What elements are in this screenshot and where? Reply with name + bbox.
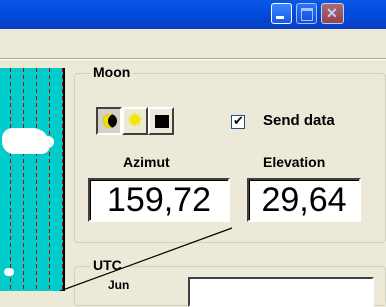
annotation-line [59, 227, 233, 291]
